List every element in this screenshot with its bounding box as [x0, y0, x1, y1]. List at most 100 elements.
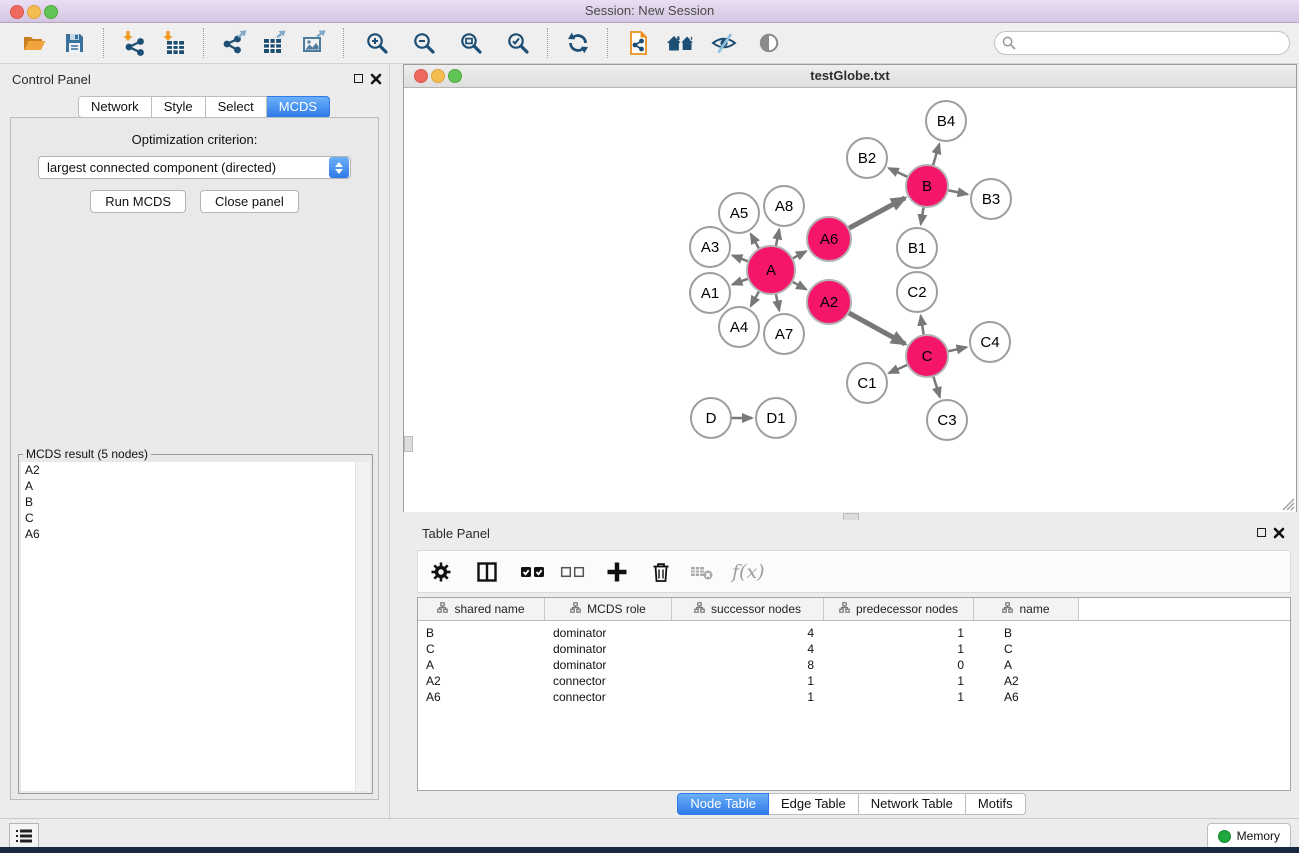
graph-node-label-A1: A1	[701, 285, 719, 302]
control-panel-tabs: NetworkStyleSelectMCDS	[78, 96, 330, 118]
select-all-checkboxes-icon[interactable]	[520, 559, 546, 585]
dropdown-stepper-icon	[329, 157, 349, 178]
clone-network-icon[interactable]	[623, 28, 653, 58]
delete-trash-icon[interactable]	[648, 559, 674, 585]
graph-node-label-C4: C4	[980, 334, 999, 351]
table-cell: connector	[545, 673, 672, 689]
table-row[interactable]: Cdominator41C	[418, 641, 1290, 657]
column-label: name	[1019, 602, 1049, 616]
network-minimize-button[interactable]	[431, 69, 445, 83]
table-settings-gear-icon[interactable]	[428, 559, 454, 585]
tab-motifs[interactable]: Motifs	[966, 793, 1026, 815]
close-panel-icon[interactable]	[1273, 527, 1285, 539]
mcds-result-item[interactable]: C	[21, 510, 355, 526]
mcds-result-list[interactable]: A2ABCA6	[21, 462, 356, 791]
column-type-icon	[839, 602, 850, 616]
graph-node-label-A2: A2	[820, 294, 838, 311]
table-panel: Table Panel f(x) shared nameMCDS rolesuc…	[404, 520, 1299, 818]
table-row[interactable]: A6connector11A6	[418, 689, 1290, 705]
deselect-all-checkboxes-icon[interactable]	[560, 559, 586, 585]
control-panel: Control Panel NetworkStyleSelectMCDS Opt…	[0, 64, 390, 818]
graph-node-label-C2: C2	[907, 284, 926, 301]
tab-network[interactable]: Network	[78, 96, 152, 118]
minimize-window-button[interactable]	[27, 5, 41, 19]
home-views-icon[interactable]	[666, 28, 696, 58]
split-handle[interactable]	[404, 436, 413, 452]
refresh-layout-icon[interactable]	[563, 28, 593, 58]
zoom-in-icon[interactable]	[362, 28, 392, 58]
column-header-mcds-role[interactable]: MCDS role	[545, 598, 672, 620]
column-label: shared name	[454, 602, 524, 616]
search-icon	[1002, 36, 1016, 50]
mcds-result-scrollbar[interactable]	[356, 462, 370, 791]
graph-node-label-B3: B3	[982, 191, 1000, 208]
open-file-icon[interactable]	[19, 28, 49, 58]
close-window-button[interactable]	[10, 5, 24, 19]
import-table-icon[interactable]	[159, 28, 189, 58]
float-panel-icon[interactable]	[354, 74, 363, 83]
network-canvas[interactable]: AA1A2A3A4A5A6A7A8BB1B2B3B4CC1C2C3C4DD1	[404, 88, 1296, 512]
show-columns-icon[interactable]	[474, 559, 500, 585]
tab-select[interactable]: Select	[206, 96, 267, 118]
column-type-icon	[570, 602, 581, 616]
zoom-out-icon[interactable]	[409, 28, 439, 58]
network-zoom-button[interactable]	[448, 69, 462, 83]
resize-grip-icon[interactable]	[1282, 498, 1295, 511]
run-mcds-button[interactable]: Run MCDS	[90, 190, 186, 213]
column-header-successor-nodes[interactable]: successor nodes	[672, 598, 824, 620]
table-cell: C	[974, 641, 1079, 657]
export-image-icon[interactable]	[299, 28, 329, 58]
search-input[interactable]	[1021, 33, 1289, 53]
network-close-button[interactable]	[414, 69, 428, 83]
float-panel-icon[interactable]	[1257, 528, 1266, 537]
bird-view-eye-icon[interactable]	[754, 28, 784, 58]
mcds-result-item[interactable]: A	[21, 478, 355, 494]
mcds-result-item[interactable]: B	[21, 494, 355, 510]
column-header-shared-name[interactable]: shared name	[418, 598, 545, 620]
graph-node-label-A: A	[766, 262, 776, 279]
column-header-name[interactable]: name	[974, 598, 1079, 620]
mcds-result-box: MCDS result (5 nodes) A2ABCA6	[18, 454, 373, 794]
criterion-dropdown[interactable]: largest connected component (directed)	[38, 156, 351, 179]
zoom-selected-icon[interactable]	[503, 28, 533, 58]
toolbar-separator	[547, 28, 549, 58]
tab-mcds[interactable]: MCDS	[267, 96, 330, 118]
table-row[interactable]: A2connector11A2	[418, 673, 1290, 689]
save-icon[interactable]	[59, 28, 89, 58]
tab-node-table[interactable]: Node Table	[677, 793, 769, 815]
zoom-window-button[interactable]	[44, 5, 58, 19]
task-history-button[interactable]	[9, 823, 39, 849]
mcds-result-item[interactable]: A2	[21, 462, 355, 478]
toolbar-separator	[607, 28, 609, 58]
close-panel-button[interactable]: Close panel	[200, 190, 299, 213]
export-table-icon[interactable]	[259, 28, 289, 58]
mcds-result-item[interactable]: A6	[21, 526, 355, 542]
memory-button[interactable]: Memory	[1207, 823, 1291, 849]
table-cell: dominator	[545, 641, 672, 657]
import-network-icon[interactable]	[119, 28, 149, 58]
table-row[interactable]: Bdominator41B	[418, 625, 1290, 641]
column-header-predecessor-nodes[interactable]: predecessor nodes	[824, 598, 974, 620]
table-cell: connector	[545, 689, 672, 705]
table-cell: 1	[672, 673, 824, 689]
tab-edge-table[interactable]: Edge Table	[769, 793, 859, 815]
table-row[interactable]: Adominator80A	[418, 657, 1290, 673]
search-box[interactable]	[994, 31, 1290, 55]
close-panel-icon[interactable]	[370, 73, 382, 85]
table-cell: 1	[824, 641, 974, 657]
tab-network-table[interactable]: Network Table	[859, 793, 966, 815]
table-cell: dominator	[545, 625, 672, 641]
tab-style[interactable]: Style	[152, 96, 206, 118]
zoom-fit-icon[interactable]	[456, 28, 486, 58]
hide-details-eye-slash-icon[interactable]	[709, 28, 739, 58]
export-network-icon[interactable]	[219, 28, 249, 58]
add-row-icon[interactable]	[604, 559, 630, 585]
graph-node-label-D: D	[706, 410, 717, 427]
table-cell: 1	[824, 625, 974, 641]
app-titlebar: Session: New Session	[0, 0, 1299, 23]
network-window-titlebar[interactable]: testGlobe.txt	[404, 65, 1296, 88]
memory-status-icon	[1218, 830, 1231, 843]
graph-node-label-A8: A8	[775, 198, 793, 215]
memory-label: Memory	[1237, 829, 1280, 843]
graph-node-label-A3: A3	[701, 239, 719, 256]
